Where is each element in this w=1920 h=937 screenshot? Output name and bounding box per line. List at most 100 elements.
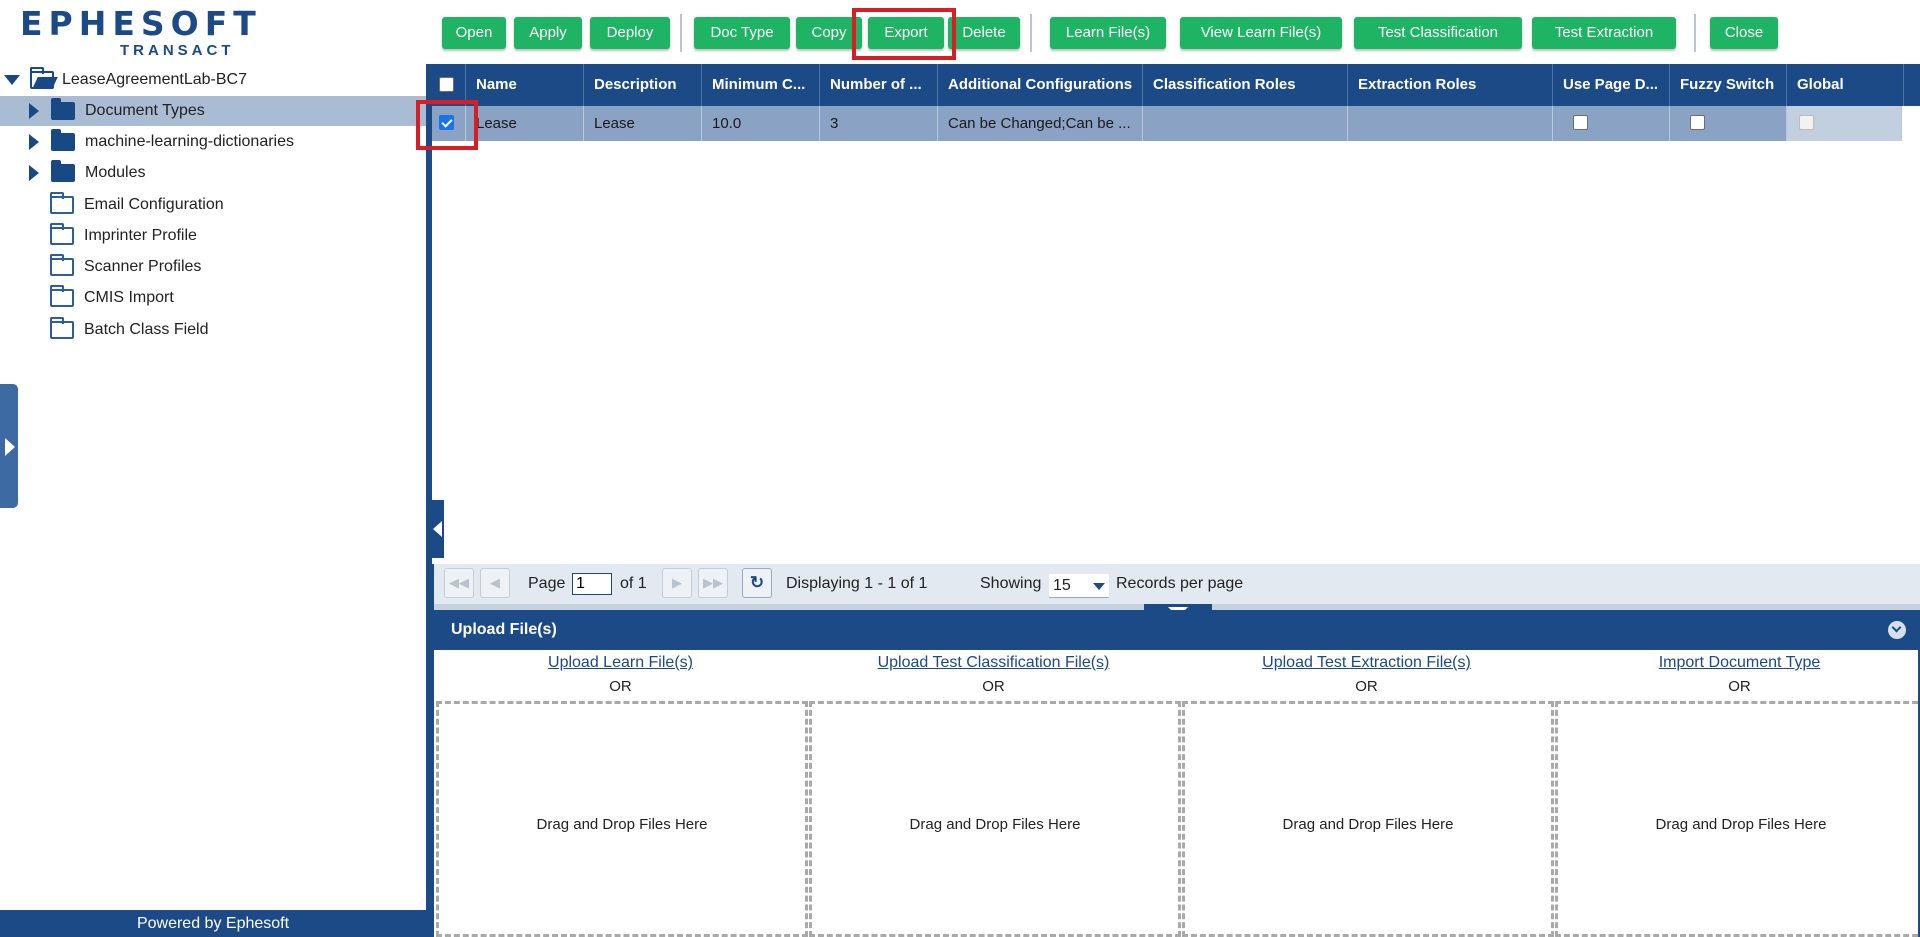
export-highlight-box: [852, 8, 956, 60]
page-label: Page: [528, 575, 566, 592]
expand-sidebar-toggle[interactable]: [0, 384, 18, 508]
use-page-checkbox[interactable]: [1573, 115, 1588, 130]
tree-item-machine-learning-dictionaries[interactable]: machine-learning-dictionaries: [0, 127, 426, 157]
upload-test-classification-files-link[interactable]: Upload Test Classification File(s): [807, 654, 1180, 672]
last-page-icon: ▶▶: [703, 575, 723, 590]
or-label: OR: [1728, 678, 1751, 695]
folder-outline-icon: [50, 223, 74, 245]
showing-label: Showing: [980, 575, 1042, 592]
powered-by-footer: Powered by Ephesoft: [0, 910, 426, 937]
upload-learn-files-link[interactable]: Upload Learn File(s): [434, 654, 807, 672]
folder-outline-icon: [50, 285, 74, 307]
learn-files-button[interactable]: Learn File(s): [1050, 17, 1166, 49]
logo-word: EPHESOFT: [20, 4, 262, 43]
cell-minimum-confidence[interactable]: 10.0: [702, 106, 820, 141]
column-header-description[interactable]: Description: [584, 64, 702, 106]
tree-item-email-configuration[interactable]: Email Configuration: [0, 190, 426, 220]
column-header-global[interactable]: Global: [1787, 64, 1904, 106]
tree-item-scanner-profiles[interactable]: Scanner Profiles: [0, 252, 426, 282]
displaying-text: Displaying 1 - 1 of 1: [786, 575, 928, 592]
folder-outline-icon: [50, 254, 74, 276]
column-header-name[interactable]: Name: [466, 64, 584, 106]
column-header-additional-configurations[interactable]: Additional Configurations: [938, 64, 1143, 106]
expand-down-icon[interactable]: [4, 75, 20, 85]
tree-item-modules[interactable]: Modules: [0, 158, 426, 188]
tree-root-batch-class[interactable]: LeaseAgreementLab-BC7: [4, 67, 248, 92]
cell-use-page[interactable]: [1553, 106, 1670, 141]
or-label: OR: [609, 678, 632, 695]
cell-classification-roles[interactable]: [1143, 106, 1348, 141]
deploy-button[interactable]: Deploy: [590, 17, 670, 49]
page-number-input[interactable]: [572, 573, 612, 595]
tree-item-imprinter-profile[interactable]: Imprinter Profile: [0, 221, 426, 251]
select-all-checkbox[interactable]: [439, 77, 454, 92]
tree-item-batch-class-field[interactable]: Batch Class Field: [0, 315, 426, 345]
grid-header: Name Description Minimum C... Number of …: [432, 64, 1920, 106]
doc-type-button[interactable]: Doc Type: [694, 17, 790, 49]
cell-fuzzy-switch[interactable]: [1670, 106, 1787, 141]
column-header-fuzzy-switch[interactable]: Fuzzy Switch: [1670, 64, 1787, 106]
delete-button[interactable]: Delete: [948, 17, 1020, 49]
column-header-classification-roles[interactable]: Classification Roles: [1143, 64, 1348, 106]
cell-additional-configurations[interactable]: Can be Changed;Can be ...: [938, 106, 1143, 141]
expand-right-icon[interactable]: [29, 103, 39, 119]
close-button[interactable]: Close: [1710, 17, 1778, 49]
next-page-button[interactable]: ▶: [662, 568, 692, 598]
toolbar: Open Apply Deploy Doc Type Copy Export D…: [426, 0, 1920, 64]
upload-learn-column: Upload Learn File(s) OR Drag and Drop Fi…: [434, 650, 808, 937]
tree-item-label: Imprinter Profile: [84, 227, 197, 244]
dropzone-label: Drag and Drop Files Here: [536, 816, 708, 833]
toolbar-separator: [1030, 14, 1032, 52]
expand-right-icon[interactable]: [29, 134, 39, 150]
import-document-type-dropzone[interactable]: Drag and Drop Files Here: [1555, 701, 1920, 937]
import-document-type-column: Import Document Type OR Drag and Drop Fi…: [1553, 650, 1920, 937]
cell-number-of[interactable]: 3: [820, 106, 938, 141]
records-per-page-label: Records per page: [1116, 575, 1244, 592]
cell-global: [1787, 106, 1902, 141]
tree-item-cmis-import[interactable]: CMIS Import: [0, 283, 426, 313]
refresh-button[interactable]: ↻: [742, 568, 772, 598]
table-row[interactable]: Lease Lease 10.0 3 Can be Changed;Can be…: [432, 106, 1902, 141]
expand-right-icon[interactable]: [29, 165, 39, 181]
first-page-button[interactable]: ◀◀: [444, 568, 474, 598]
collapse-left-panel-tab[interactable]: [432, 500, 444, 558]
records-per-page-select[interactable]: 15: [1049, 574, 1109, 598]
test-classification-button[interactable]: Test Classification: [1354, 17, 1522, 49]
column-header-minimum-confidence[interactable]: Minimum C...: [702, 64, 820, 106]
import-document-type-link[interactable]: Import Document Type: [1553, 654, 1920, 672]
folder-icon: [51, 98, 75, 120]
upload-test-extraction-column: Upload Test Extraction File(s) OR Drag a…: [1180, 650, 1554, 937]
fuzzy-switch-checkbox[interactable]: [1690, 115, 1705, 130]
page-of-label: of 1: [620, 575, 647, 592]
column-header-number-of[interactable]: Number of ...: [820, 64, 938, 106]
or-label: OR: [1355, 678, 1378, 695]
pagination-bar: ◀◀ ◀ Page of 1 ▶ ▶▶ ↻ Displaying 1 - 1 o…: [434, 564, 1920, 604]
tree-item-label: CMIS Import: [84, 289, 174, 306]
previous-page-button[interactable]: ◀: [480, 568, 510, 598]
tree-item-label: Email Configuration: [84, 196, 224, 213]
apply-button[interactable]: Apply: [514, 17, 582, 49]
test-extraction-dropzone[interactable]: Drag and Drop Files Here: [1182, 701, 1554, 937]
column-header-use-page[interactable]: Use Page D...: [1553, 64, 1670, 106]
ephesoft-logo: EPHESOFT TRANSACT: [20, 4, 262, 60]
cell-name[interactable]: Lease: [466, 106, 584, 141]
last-page-button[interactable]: ▶▶: [698, 568, 728, 598]
tree-item-label: Scanner Profiles: [84, 258, 202, 275]
column-header-extraction-roles[interactable]: Extraction Roles: [1348, 64, 1553, 106]
tree-item-document-types[interactable]: Document Types: [0, 96, 426, 126]
cell-extraction-roles[interactable]: [1348, 106, 1553, 141]
open-button[interactable]: Open: [442, 17, 506, 49]
first-page-icon: ◀◀: [449, 575, 469, 590]
tree-root-label: LeaseAgreementLab-BC7: [62, 71, 248, 88]
upload-test-extraction-files-link[interactable]: Upload Test Extraction File(s): [1180, 654, 1553, 672]
test-extraction-button[interactable]: Test Extraction: [1532, 17, 1676, 49]
tree-item-label: Document Types: [85, 102, 205, 119]
dropzone-label: Drag and Drop Files Here: [1655, 816, 1827, 833]
cell-description[interactable]: Lease: [584, 106, 702, 141]
collapse-chevron-icon[interactable]: [1888, 621, 1906, 639]
view-learn-files-button[interactable]: View Learn File(s): [1180, 17, 1342, 49]
test-classification-dropzone[interactable]: Drag and Drop Files Here: [809, 701, 1181, 937]
learn-files-dropzone[interactable]: Drag and Drop Files Here: [436, 701, 808, 937]
dropzone-label: Drag and Drop Files Here: [1282, 816, 1454, 833]
dropzone-label: Drag and Drop Files Here: [909, 816, 1081, 833]
